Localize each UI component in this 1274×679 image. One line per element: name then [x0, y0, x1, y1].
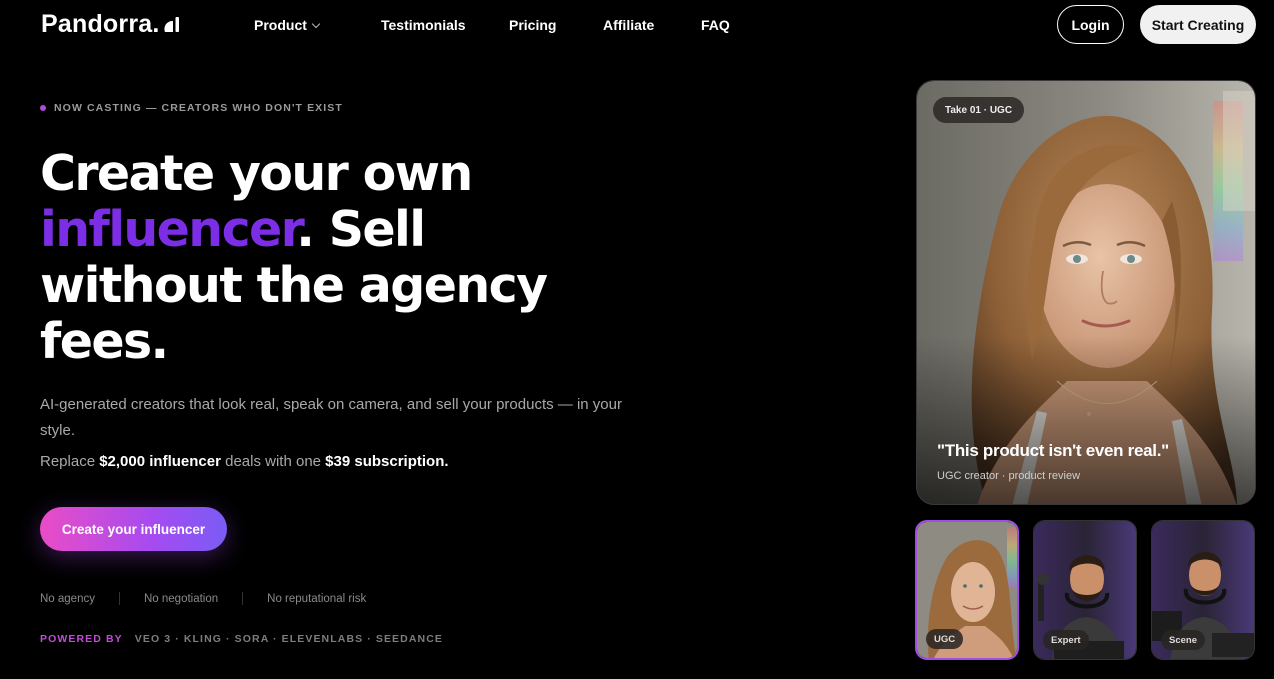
thumb-expert[interactable]: Expert	[1033, 520, 1137, 660]
thumb-label: Scene	[1161, 630, 1205, 650]
hero-subtext: AI-generated creators that look real, sp…	[40, 396, 622, 439]
nav-faq[interactable]: FAQ	[701, 17, 730, 33]
replace-amount: $2,000 influencer	[99, 453, 221, 470]
divider	[118, 592, 120, 605]
hero-replace-line: Replace $2,000 influencer deals with one…	[40, 453, 449, 470]
eyebrow: NOW CASTING — CREATORS WHO DON'T EXIST	[40, 102, 343, 114]
logo[interactable]: Pandorra.	[41, 10, 181, 39]
thumb-ugc[interactable]: UGC	[915, 520, 1019, 660]
top-nav: Pandorra. Product Testimonials Pricing A…	[0, 0, 1274, 48]
nav-testimonials[interactable]: Testimonials	[381, 17, 466, 33]
powered-value: VEO 3 · KLING · SORA · ELEVENLABS · SEED…	[134, 633, 443, 645]
headline-part1: Create your own	[40, 145, 473, 202]
divider	[242, 592, 244, 605]
feature-item: No agency	[40, 592, 95, 605]
hero-headline: Create your own influencer. Sell without…	[40, 146, 600, 370]
chevron-down-icon	[311, 19, 321, 29]
start-creating-button[interactable]: Start Creating	[1140, 5, 1256, 44]
create-influencer-button[interactable]: Create your influencer	[40, 507, 227, 551]
quote-text: "This product isn't even real."	[937, 441, 1169, 460]
thumb-scene[interactable]: Scene	[1151, 520, 1255, 660]
nav-product[interactable]: Product	[254, 17, 321, 33]
thumb-label: UGC	[926, 629, 964, 649]
logo-text: Pandorra.	[41, 10, 160, 38]
powered-label: POWERED BY	[40, 633, 123, 645]
headline-accent: influencer	[40, 201, 298, 258]
powered-by: POWERED BY VEO 3 · KLING · SORA · ELEVEN…	[40, 633, 443, 645]
ai-mark-icon	[163, 17, 179, 32]
quote-meta: UGC creator · product review	[937, 470, 1081, 482]
replace-middle: deals with one	[220, 453, 326, 470]
showcase-video-card[interactable]: Take 01 · UGC "This product isn't even r…	[916, 80, 1256, 505]
feature-item: No reputational risk	[267, 592, 367, 605]
eyebrow-text: NOW CASTING — CREATORS WHO DON'T EXIST	[54, 102, 343, 114]
nav-pricing[interactable]: Pricing	[509, 17, 556, 33]
dot-icon	[40, 105, 46, 111]
replace-prefix: Replace	[40, 453, 100, 470]
feature-item: No negotiation	[143, 592, 219, 605]
login-button[interactable]: Login	[1057, 5, 1124, 44]
take-badge: Take 01 · UGC	[933, 97, 1025, 123]
thumb-label: Expert	[1043, 630, 1089, 650]
replace-price: $39 subscription.	[325, 453, 449, 470]
feature-list: No agency No negotiation No reputational…	[40, 592, 366, 605]
nav-affiliate[interactable]: Affiliate	[603, 17, 654, 33]
